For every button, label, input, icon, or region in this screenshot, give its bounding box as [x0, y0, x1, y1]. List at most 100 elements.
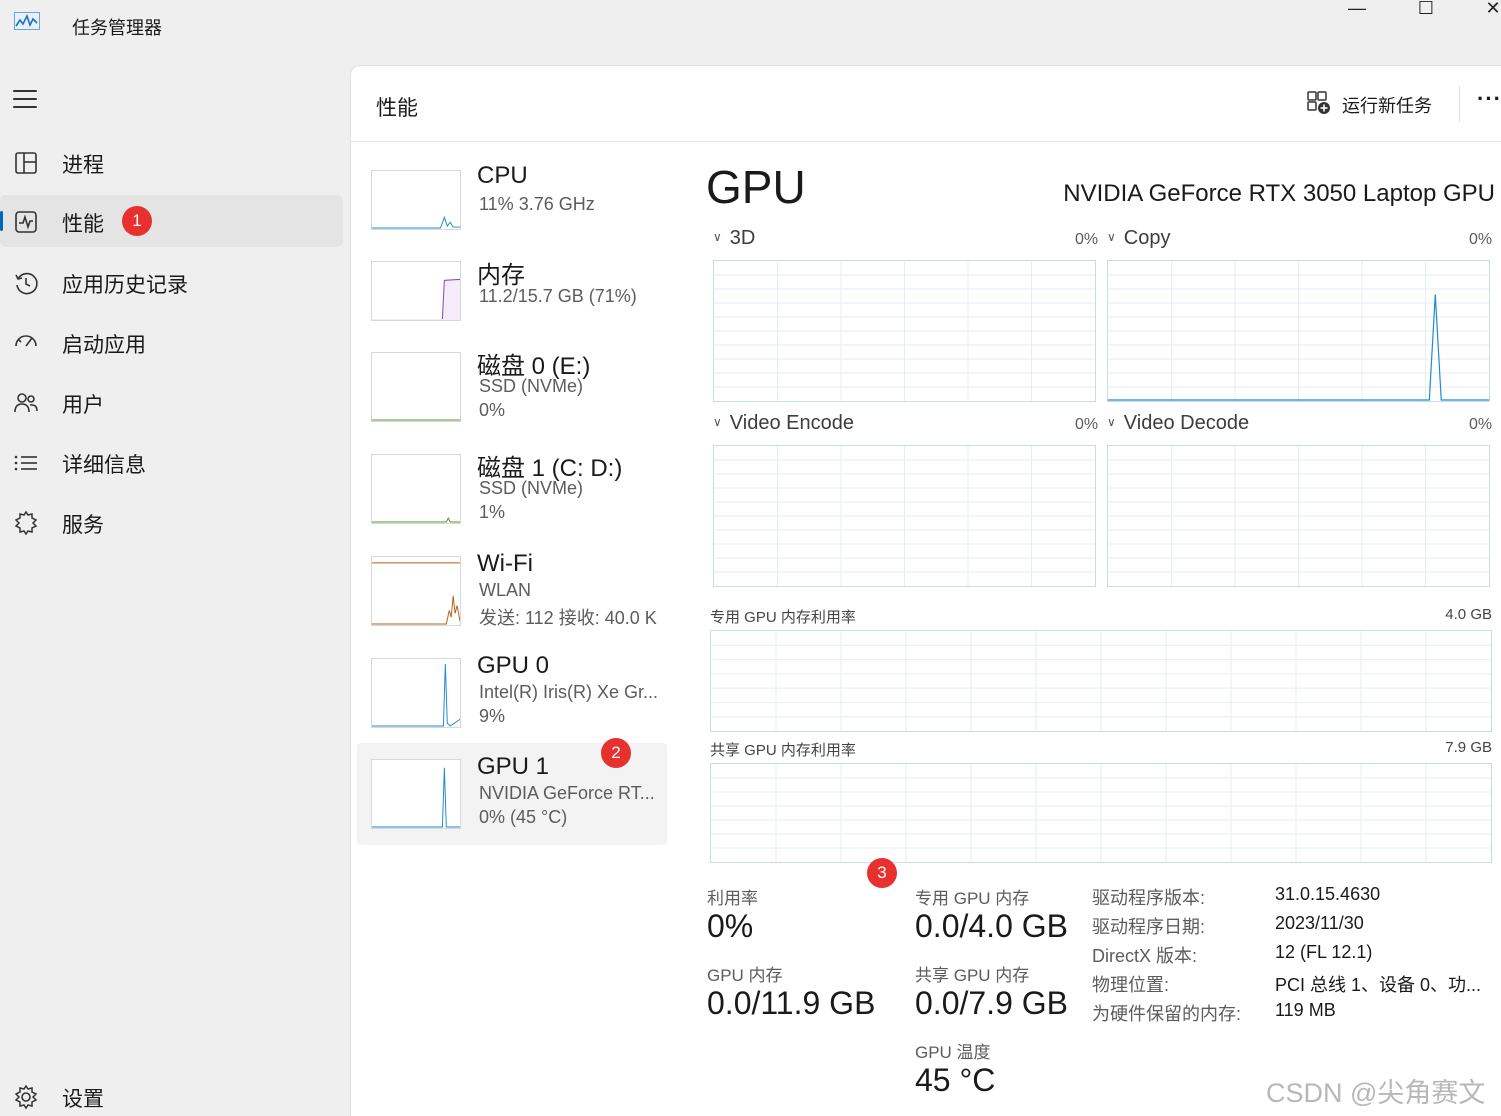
resource-value: 发送: 112 接收: 40.0 K: [479, 608, 657, 628]
resource-item-disk-1[interactable]: 磁盘 1 (C: D:) SSD (NVMe) 1%: [357, 446, 667, 548]
watermark: CSDN @尖角赛文: [1266, 1078, 1486, 1108]
resource-value: 1%: [479, 502, 506, 522]
sidebar-item-users[interactable]: 用户: [0, 376, 343, 428]
dedicated-memory-graph: [710, 630, 1492, 732]
gpu-memory-label: GPU 内存: [707, 966, 783, 985]
gpu-temperature-value: 45 °C: [915, 1062, 996, 1098]
users-icon: [13, 390, 39, 416]
sidebar-item-performance[interactable]: 性能 1: [0, 195, 343, 247]
task-manager-app-icon: [14, 12, 40, 30]
resource-title: Wi-Fi: [477, 550, 533, 577]
history-icon: [13, 270, 39, 296]
hamburger-menu-icon[interactable]: [13, 90, 37, 110]
page-title: 性能: [376, 97, 418, 120]
resource-value: 0% (45 °C): [479, 807, 568, 827]
sidebar-item-settings[interactable]: 设置: [0, 1070, 343, 1116]
gear-icon: [13, 1084, 39, 1110]
sidebar-item-services[interactable]: 服务: [0, 496, 343, 548]
gpu-device-name: NVIDIA GeForce RTX 3050 Laptop GPU: [1063, 180, 1495, 207]
services-icon: [13, 510, 39, 536]
dedicated-memory-stat-value: 0.0/4.0 GB: [915, 908, 1068, 944]
sidebar-item-label: 性能: [62, 213, 104, 236]
sidebar-item-app-history[interactable]: 应用历史记录: [0, 256, 343, 308]
sidebar-item-label: 启动应用: [62, 334, 146, 357]
info-key: DirectX 版本:: [1092, 946, 1198, 966]
close-button[interactable]: ✕: [1470, 0, 1501, 20]
resource-title: 内存: [477, 262, 525, 289]
engine-selector-video-encode[interactable]: ∨ Video Encode: [713, 412, 854, 435]
graph-gridlines: [714, 261, 1095, 401]
shared-memory-stat-label: 共享 GPU 内存: [915, 966, 1030, 985]
new-task-icon: [1306, 90, 1332, 116]
sidebar-item-label: 服务: [62, 514, 104, 537]
engine-percent: 0%: [1469, 231, 1493, 248]
info-key: 驱动程序版本:: [1092, 888, 1206, 908]
resource-title: CPU: [477, 162, 528, 189]
run-new-task-label: 运行新任务: [1342, 96, 1432, 116]
chevron-down-icon: ∨: [713, 230, 722, 244]
sidebar-item-processes[interactable]: 进程: [0, 136, 343, 188]
engine-selector-copy[interactable]: ∨ Copy: [1107, 227, 1171, 250]
gpu-1-thumbnail-graph: [371, 759, 461, 829]
driver-version-value: 31.0.15.4630: [1275, 884, 1381, 904]
directx-version-value: 12 (FL 12.1): [1275, 942, 1373, 962]
graph-gridlines: [1108, 446, 1489, 586]
engine-graph-video-encode: [713, 445, 1096, 587]
sidebar-item-label: 用户: [62, 394, 104, 417]
info-key: 为硬件保留的内存:: [1092, 1004, 1242, 1024]
page-header: 性能 运行新任务 ···: [351, 66, 1501, 142]
app-title: 任务管理器: [72, 18, 162, 38]
sidebar-item-details[interactable]: 详细信息: [0, 436, 343, 488]
resource-subtitle: WLAN: [479, 580, 532, 600]
engine-name: 3D: [729, 227, 756, 249]
resource-item-memory[interactable]: 内存 11.2/15.7 GB (71%): [357, 253, 667, 355]
active-indicator: [0, 211, 3, 231]
engine-name: Copy: [1123, 227, 1171, 249]
maximize-button[interactable]: ☐: [1403, 0, 1449, 20]
gpu-memory-value: 0.0/11.9 GB: [707, 985, 876, 1021]
utilization-value: 0%: [707, 908, 754, 944]
engine-percent: 0%: [1075, 231, 1099, 248]
minimize-button[interactable]: —: [1334, 0, 1380, 20]
resource-item-disk-0[interactable]: 磁盘 0 (E:) SSD (NVMe) 0%: [357, 344, 667, 446]
annotation-badge: 3: [867, 858, 897, 888]
physical-location-value: PCI 总线 1、设备 0、功...: [1275, 975, 1482, 995]
resource-item-cpu[interactable]: CPU 11% 3.76 GHz: [357, 162, 667, 264]
reserved-memory-value: 119 MB: [1275, 1000, 1336, 1020]
engine-graph-video-decode: [1107, 445, 1490, 587]
engine-graph-copy: [1107, 260, 1490, 402]
engine-selector-video-decode[interactable]: ∨ Video Decode: [1107, 412, 1249, 435]
gpu-temperature-label: GPU 温度: [915, 1043, 991, 1062]
disk-0-thumbnail-graph: [371, 352, 461, 422]
main-panel: 性能 运行新任务 ··· CPU 11% 3.76 GHz 内存 11.2/15…: [350, 65, 1501, 1116]
shared-memory-label: 共享 GPU 内存利用率: [710, 742, 856, 759]
resource-subtitle: SSD (NVMe): [479, 478, 584, 498]
wifi-thumbnail-graph: [371, 556, 461, 626]
resource-subtitle: NVIDIA GeForce RT...: [479, 783, 655, 803]
resource-item-gpu-0[interactable]: GPU 0 Intel(R) Iris(R) Xe Gr... 9%: [357, 650, 667, 752]
resource-subtitle: 11% 3.76 GHz: [479, 194, 595, 214]
resource-item-gpu-1[interactable]: GPU 1 NVIDIA GeForce RT... 0% (45 °C) 2: [357, 738, 667, 845]
engine-percent: 0%: [1469, 416, 1493, 433]
graph-gridlines: [711, 764, 1491, 862]
resource-title: GPU 0: [477, 652, 550, 679]
cpu-thumbnail-graph: [371, 170, 461, 230]
shared-memory-stat-value: 0.0/7.9 GB: [915, 985, 1068, 1021]
engine-selector-3d[interactable]: ∨ 3D: [713, 227, 755, 250]
details-icon: [13, 450, 39, 476]
resource-value: 0%: [479, 400, 506, 420]
graph-gridlines: [714, 446, 1095, 586]
header-divider: [1459, 86, 1460, 122]
title-bar: 任务管理器 — ☐ ✕: [0, 0, 1501, 52]
sidebar-item-startup[interactable]: 启动应用: [0, 316, 343, 368]
sidebar-item-label: 详细信息: [62, 454, 146, 477]
info-key: 物理位置:: [1092, 975, 1170, 995]
more-options-button[interactable]: ···: [1477, 86, 1501, 112]
chevron-down-icon: ∨: [713, 415, 722, 429]
processes-icon: [13, 150, 39, 176]
shared-memory-max: 7.9 GB: [1445, 739, 1492, 756]
sidebar-item-label: 设置: [62, 1088, 104, 1111]
engine-graph-3d: [713, 260, 1096, 402]
resource-item-wifi[interactable]: Wi-Fi WLAN 发送: 112 接收: 40.0 K: [357, 548, 667, 650]
sidebar-item-label: 应用历史记录: [62, 274, 188, 297]
